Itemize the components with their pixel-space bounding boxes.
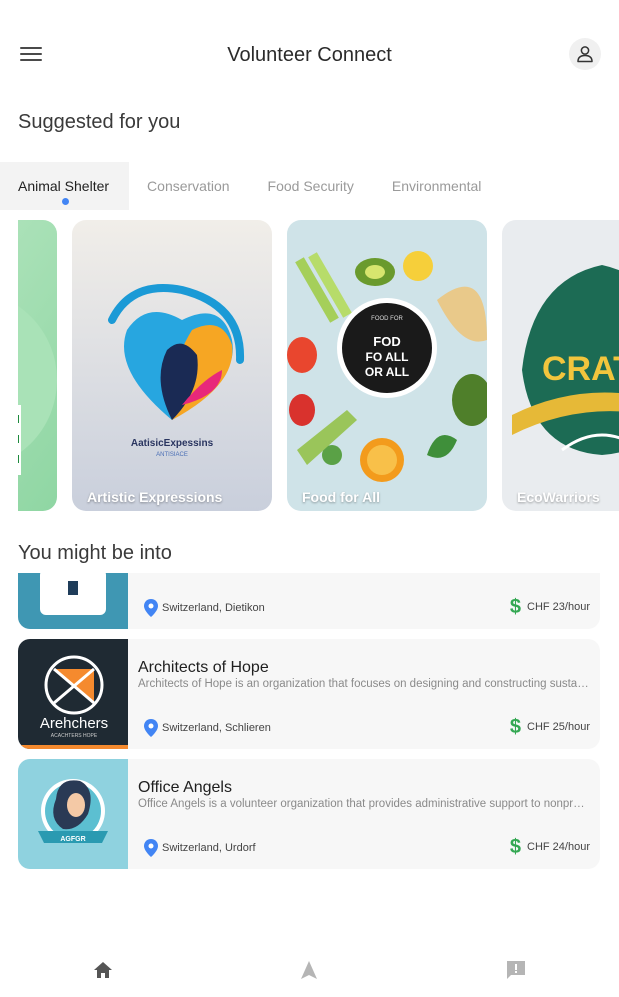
card-art-line1: FOD bbox=[373, 334, 400, 349]
card-image: CRAT bbox=[502, 220, 619, 511]
carousel-card[interactable] bbox=[18, 220, 57, 511]
home-icon bbox=[94, 962, 113, 978]
thumb-subtext: ACACHTERS HOPE bbox=[51, 733, 98, 739]
rate: $ CHF 23/hour bbox=[510, 597, 590, 617]
opportunity-item-architects-of-hope[interactable]: Arehchers ACACHTERS HOPE Architects of H… bbox=[18, 639, 600, 749]
location-text: Switzerland, Schlieren bbox=[162, 722, 271, 734]
carousel-card-food-for-all[interactable]: FOOD FOR FOD FO ALL OR ALL Food for All bbox=[287, 220, 487, 511]
opportunity-list[interactable]: Switzerland, Dietikon $ CHF 23/hour Areh… bbox=[18, 573, 600, 873]
rate-text: CHF 25/hour bbox=[527, 721, 590, 733]
card-art-text: CRAT bbox=[542, 350, 619, 388]
card-art-line2: FO ALL bbox=[366, 350, 409, 364]
rate-text: CHF 24/hour bbox=[527, 841, 590, 853]
location: Switzerland, Dietikon bbox=[144, 599, 265, 617]
dollar-icon: $ bbox=[509, 716, 522, 738]
location-pin-icon bbox=[144, 719, 158, 737]
opportunity-thumbnail: Arehchers ACACHTERS HOPE bbox=[18, 639, 128, 749]
tab-food-security[interactable]: Food Security bbox=[250, 162, 374, 210]
rate: $ CHF 25/hour bbox=[510, 717, 590, 737]
card-label: EcoWarriors bbox=[517, 489, 600, 505]
card-art-top: FOOD FOR bbox=[371, 316, 403, 322]
rate: $ CHF 24/hour bbox=[510, 837, 590, 857]
thumb-text: Arehchers bbox=[40, 715, 108, 732]
person-icon bbox=[577, 46, 593, 63]
location-text: Switzerland, Dietikon bbox=[162, 602, 265, 614]
opportunity-title: Architects of Hope bbox=[138, 659, 269, 676]
recommendations-heading: You might be into bbox=[18, 542, 172, 564]
tab-label: Environmental bbox=[391, 178, 482, 194]
navigation-icon bbox=[301, 961, 318, 979]
feedback-icon bbox=[506, 961, 525, 979]
thumb-text: AGFGR bbox=[60, 836, 85, 843]
card-art-subtext: ANTISIACE bbox=[156, 452, 188, 458]
card-image: FOOD FOR FOD FO ALL OR ALL bbox=[287, 220, 487, 511]
tab-label: Food Security bbox=[267, 178, 354, 194]
location-text: Switzerland, Urdorf bbox=[162, 842, 256, 854]
rate-text: CHF 23/hour bbox=[527, 601, 590, 613]
location: Switzerland, Schlieren bbox=[144, 719, 271, 737]
tab-animal-shelter[interactable]: Animal Shelter bbox=[0, 162, 130, 210]
opportunity-description: Office Angels is a volunteer organizatio… bbox=[138, 798, 590, 810]
carousel-card-artistic-expressions[interactable]: AatisicExpessins ANTISIACE Artistic Expr… bbox=[72, 220, 272, 511]
location: Switzerland, Urdorf bbox=[144, 839, 256, 857]
nav-home[interactable] bbox=[0, 950, 206, 990]
card-label: Artistic Expressions bbox=[87, 489, 223, 505]
dollar-icon: $ bbox=[509, 596, 522, 618]
app-bar: Volunteer Connect bbox=[0, 30, 619, 80]
active-indicator bbox=[61, 198, 69, 205]
suggested-carousel[interactable]: AatisicExpessins ANTISIACE Artistic Expr… bbox=[18, 220, 619, 511]
card-art-text: AatisicExpessins bbox=[131, 438, 214, 449]
tab-label: Animal Shelter bbox=[18, 178, 110, 194]
card-image bbox=[18, 220, 57, 511]
nav-explore[interactable] bbox=[206, 950, 412, 990]
app-title: Volunteer Connect bbox=[227, 44, 392, 66]
card-label: Food for All bbox=[302, 489, 381, 505]
dollar-icon: $ bbox=[509, 836, 522, 858]
card-image: AatisicExpessins ANTISIACE bbox=[72, 220, 272, 511]
opportunity-thumbnail: AGFGR bbox=[18, 759, 128, 869]
nav-feedback[interactable] bbox=[413, 950, 619, 990]
opportunity-thumbnail bbox=[18, 573, 128, 629]
profile-button[interactable] bbox=[569, 38, 601, 70]
bottom-navigation bbox=[0, 950, 619, 990]
opportunity-item-office-angels[interactable]: AGFGR Office Angels Office Angels is a v… bbox=[18, 759, 600, 869]
tab-environmental[interactable]: Environmental bbox=[374, 162, 502, 210]
opportunity-description: Architects of Hope is an organization th… bbox=[138, 678, 590, 690]
category-tabs: Animal Shelter Conservation Food Securit… bbox=[0, 162, 501, 210]
suggested-heading: Suggested for you bbox=[18, 111, 181, 133]
opportunity-title: Office Angels bbox=[138, 779, 232, 796]
tab-label: Conservation bbox=[147, 178, 230, 194]
location-pin-icon bbox=[144, 599, 158, 617]
opportunity-item[interactable]: Switzerland, Dietikon $ CHF 23/hour bbox=[18, 573, 600, 629]
carousel-card-ecowarriors[interactable]: CRAT EcoWarriors bbox=[502, 220, 619, 511]
location-pin-icon bbox=[144, 839, 158, 857]
card-art-line3: OR ALL bbox=[365, 365, 409, 379]
tab-conservation[interactable]: Conservation bbox=[129, 162, 250, 210]
